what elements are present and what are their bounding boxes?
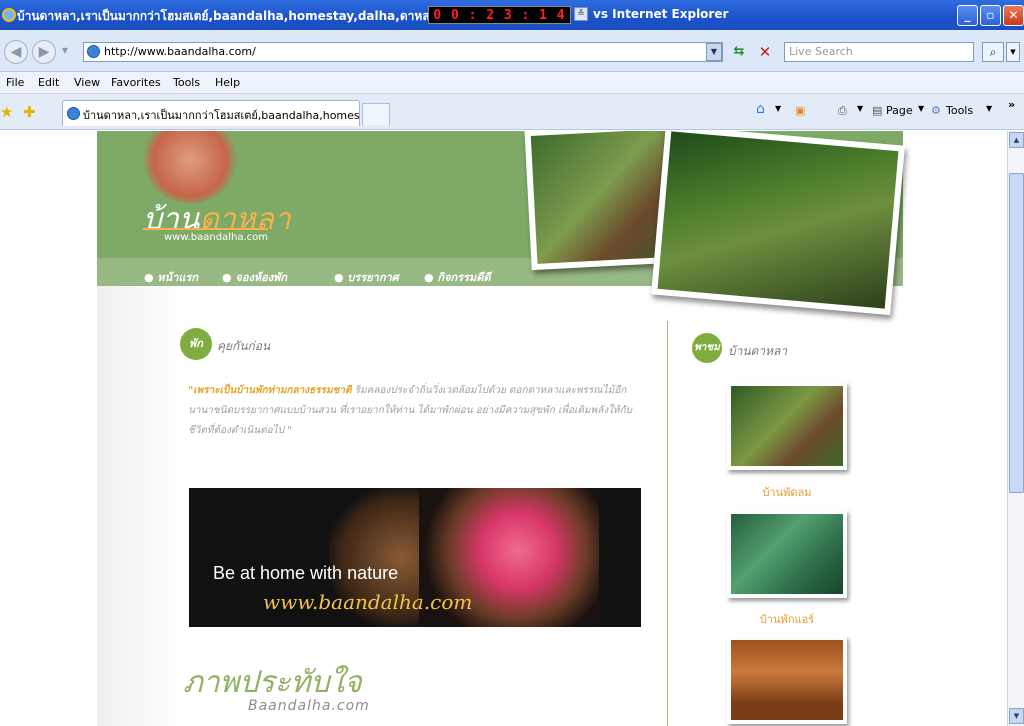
window-title-suffix: vs Internet Explorer <box>593 7 729 21</box>
gallery-subtitle: Baandalha.com <box>248 698 370 714</box>
menu-edit[interactable]: Edit <box>38 76 59 89</box>
column-divider <box>667 321 668 726</box>
counter-digit: 4 <box>556 7 566 23</box>
back-button[interactable]: ◀ <box>4 40 28 64</box>
address-url: http://www.baandalha.com/ <box>104 45 256 58</box>
section-badge: พาชม <box>692 333 722 363</box>
scroll-down-icon[interactable]: ▼ <box>1009 708 1024 724</box>
add-favorite-icon[interactable]: ✚ <box>23 103 36 121</box>
tools-dropdown-icon[interactable]: ▼ <box>986 104 992 113</box>
search-icon[interactable]: ⌕ <box>982 42 1004 62</box>
counter-digit: 1 <box>539 7 548 23</box>
nav-home[interactable]: ● หน้าแรก <box>144 268 198 286</box>
stop-button[interactable]: ✕ <box>754 41 776 63</box>
print-dropdown-icon[interactable]: ▼ <box>857 104 863 113</box>
minimize-button[interactable]: _ <box>957 5 978 26</box>
history-dropdown-icon[interactable]: ▼ <box>58 40 72 64</box>
forward-button[interactable]: ▶ <box>32 40 56 64</box>
search-options-icon[interactable]: ▼ <box>1006 42 1020 62</box>
gear-icon: ⚙ <box>931 104 941 117</box>
search-input[interactable]: Live Search <box>784 42 974 62</box>
section-badge: พัก <box>180 328 212 360</box>
tab-active[interactable]: บ้านดาหลา,เราเป็นมากกว่าโฮมสเตย์,baandal… <box>62 100 360 126</box>
visitor-counter: 0 0 : 2 3 : 1 4 <box>428 6 571 24</box>
logo-url: www.baandalha.com <box>164 232 268 243</box>
room-thumbnail[interactable] <box>727 382 847 470</box>
menu-view[interactable]: View <box>74 76 100 89</box>
tab-label: บ้านดาหลา,เราเป็นมากกว่าโฮมสเตย์,baandal… <box>83 109 360 122</box>
counter-digit: 0 <box>451 7 460 23</box>
new-tab-button[interactable] <box>362 103 390 125</box>
section-title: บ้านดาหลา <box>728 344 788 358</box>
nav-activities[interactable]: ● กิจกรรมดีดี <box>424 268 491 286</box>
refresh-button[interactable]: ⇆ <box>728 41 750 63</box>
ie-icon <box>2 8 16 22</box>
more-commands-icon[interactable]: » <box>1008 98 1015 111</box>
header-photo-garden <box>651 131 905 316</box>
address-input[interactable]: http://www.baandalha.com/ <box>83 42 723 62</box>
menu-favorites[interactable]: Favorites <box>111 76 161 89</box>
counter-digit: 3 <box>503 7 513 23</box>
tab-bar: ★ ✚ บ้านดาหลา,เราเป็นมากกว่าโฮมสเตย์,baa… <box>0 94 1024 130</box>
tools-menu-button[interactable]: Tools <box>946 104 973 117</box>
page-dropdown-icon[interactable]: ▼ <box>918 104 924 113</box>
banner-url: www.baandalha.com <box>263 590 473 614</box>
nav-booking[interactable]: ● จองห้องพัก <box>222 268 287 286</box>
menu-help[interactable]: Help <box>215 76 240 89</box>
room-link[interactable]: บ้านพัดลม <box>727 483 847 501</box>
address-dropdown-icon[interactable]: ▼ <box>706 43 722 61</box>
print-icon[interactable]: ⎙ <box>838 104 847 118</box>
counter-separator: : <box>468 7 478 23</box>
scroll-thumb[interactable] <box>1009 173 1024 493</box>
room-thumbnail[interactable] <box>727 636 847 724</box>
counter-digit: 0 <box>433 7 443 23</box>
web-content: บ้านดาหลา www.baandalha.com ● หน้าแรก ● … <box>0 131 1007 726</box>
menu-file[interactable]: File <box>6 76 24 89</box>
page-menu-button[interactable]: Page <box>886 104 913 117</box>
page-icon <box>87 45 100 58</box>
menu-tools[interactable]: Tools <box>173 76 200 89</box>
intro-paragraph: "เพราะเป็นบ้านพักท่ามกลางธรรมชาติ ริมคลอ… <box>188 381 648 441</box>
section-title: คุยกันก่อน <box>217 339 271 353</box>
favorites-star-icon[interactable]: ★ <box>0 103 13 121</box>
scroll-up-icon[interactable]: ▲ <box>1009 132 1024 148</box>
banner-tagline: Be at home with nature <box>213 563 399 583</box>
feeds-icon[interactable]: ▣ <box>795 104 805 117</box>
page-menu-icon: ▤ <box>872 104 883 117</box>
page-icon <box>67 107 80 120</box>
room-link[interactable]: บ้านพักแอร์ <box>727 610 847 628</box>
menu-bar: File Edit View Favorites Tools Help <box>0 72 1024 94</box>
home-dropdown-icon[interactable]: ▼ <box>775 104 781 113</box>
home-icon[interactable]: ⌂ <box>756 101 765 117</box>
vertical-scrollbar[interactable]: ▲ ▼ <box>1007 131 1024 726</box>
address-toolbar: ◀ ▶ ▼ http://www.baandalha.com/ ▼ ⇆ ✕ Li… <box>0 30 1024 72</box>
close-button[interactable]: ✕ <box>1003 5 1024 26</box>
logo-underline <box>143 228 268 230</box>
room-thumbnail[interactable] <box>727 510 847 598</box>
intro-highlight: "เพราะเป็นบ้านพักท่ามกลางธรรมชาติ <box>188 385 352 396</box>
window-title-bar[interactable]: บ้านดาหลา,เราเป็นมากกว่าโฮมสเตย์,baandal… <box>0 0 1024 30</box>
left-shade <box>97 286 182 726</box>
window-title: บ้านดาหลา,เราเป็นมากกว่าโฮมสเตย์,baandal… <box>17 9 441 23</box>
counter-digit: 2 <box>486 7 496 23</box>
maximize-button[interactable]: ▫ <box>980 5 1001 26</box>
hero-banner[interactable]: Be at home with nature www.baandalha.com <box>189 488 641 627</box>
counter-separator: : <box>521 7 531 23</box>
nav-atmosphere[interactable]: ● บรรยากาศ <box>334 268 399 286</box>
chevron-down-icon[interactable]: ≚ <box>574 7 588 21</box>
